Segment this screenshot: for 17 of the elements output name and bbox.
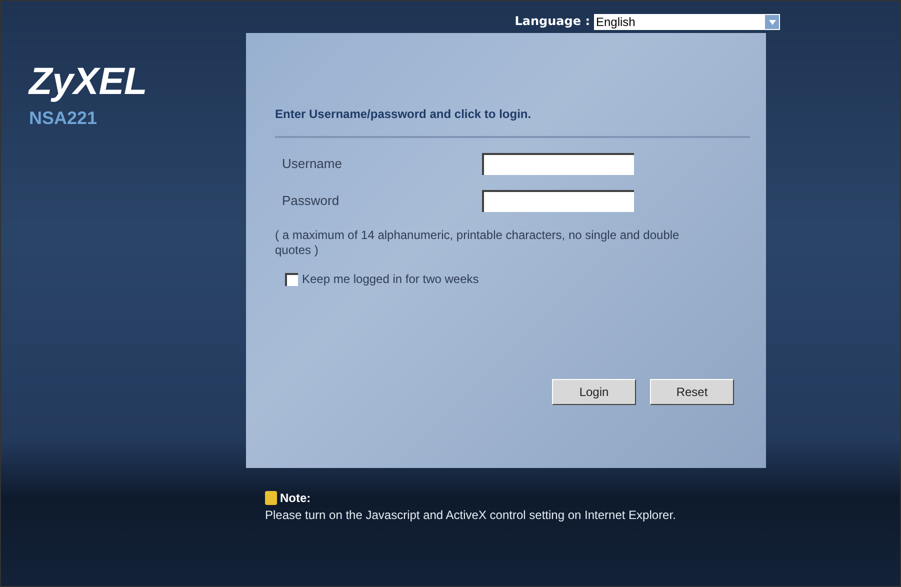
hint-text: ( a maximum of 14 alphanumeric, printable characters, no single and double quotes ) — [275, 228, 680, 258]
field-label: Password — [282, 192, 340, 210]
input-field[interactable] — [482, 153, 634, 175]
language-label: Language : — [514, 13, 590, 30]
brand-logo: ZyXEL — [29, 63, 148, 101]
model-name: NSA221 — [29, 107, 98, 130]
input-field[interactable] — [482, 190, 634, 212]
note-text: Please turn on the Javascript and ActiveX control setting on Internet Explorer. — [265, 507, 677, 524]
login-button[interactable]: Login — [552, 379, 636, 405]
checkbox-label: Keep me logged in for two weeks — [302, 271, 479, 288]
language-select[interactable]: English — [594, 14, 780, 30]
checkbox[interactable] — [285, 272, 298, 286]
note-title: Note: — [280, 490, 311, 507]
note-icon — [265, 491, 277, 505]
field-label: Username — [282, 155, 343, 174]
login-heading: Enter Username/password and click to login. — [275, 106, 532, 123]
reset-button[interactable]: Reset — [650, 379, 734, 405]
